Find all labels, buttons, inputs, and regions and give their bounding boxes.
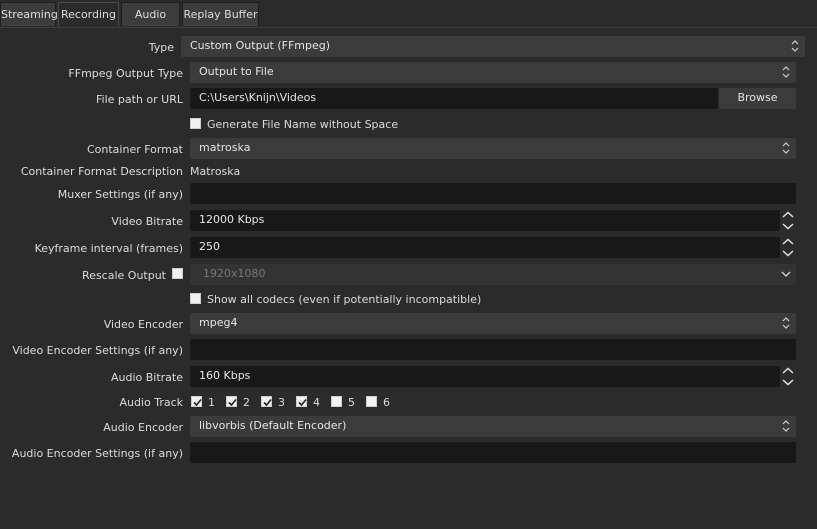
tab-replay-buffer[interactable]: Replay Buffer: [182, 2, 259, 26]
video-encoder-settings-input[interactable]: [190, 339, 796, 360]
spin-up-down-icon: [782, 367, 794, 386]
audio-track-label-3: 3: [278, 396, 285, 409]
video-encoder-label: Video Encoder: [103, 318, 183, 331]
audio-track-label-5: 5: [348, 396, 355, 409]
video-encoder-settings-label: Video Encoder Settings (if any): [12, 344, 183, 357]
chevron-down-icon: [776, 264, 796, 284]
checkmark-icon: [228, 398, 237, 407]
spin-up-down-icon: [782, 211, 794, 230]
tab-recording[interactable]: Recording: [58, 2, 119, 26]
generate-file-name-label: Generate File Name without Space: [207, 118, 399, 131]
video-bitrate-label: Video Bitrate: [111, 215, 183, 228]
video-bitrate-input[interactable]: 12000 Kbps: [190, 210, 780, 231]
file-path-input[interactable]: C:\Users\Knijn\Videos: [190, 88, 718, 109]
ffmpeg-output-type-value: Output to File: [199, 65, 274, 78]
container-format-select[interactable]: matroska: [190, 138, 796, 159]
show-all-codecs-label: Show all codecs (even if potentially inc…: [207, 293, 482, 306]
audio-track-checkbox-2[interactable]: [226, 396, 237, 407]
show-all-codecs-checkbox[interactable]: [190, 293, 201, 304]
file-path-label: File path or URL: [96, 93, 183, 106]
tab-streaming[interactable]: Streaming: [0, 2, 58, 26]
rescale-output-select[interactable]: 1920x1080: [190, 264, 796, 285]
container-format-description-label: Container Format Description: [20, 165, 183, 178]
audio-track-label-6: 6: [383, 396, 390, 409]
updown-arrows-icon: [776, 138, 796, 158]
audio-track-label-2: 2: [243, 396, 250, 409]
video-encoder-select[interactable]: mpeg4: [190, 313, 796, 334]
updown-arrows-icon: [776, 416, 796, 436]
container-format-label: Container Format: [86, 143, 183, 156]
audio-track-checkbox-3[interactable]: [261, 396, 272, 407]
container-format-value: matroska: [199, 141, 251, 154]
audio-encoder-label: Audio Encoder: [103, 421, 183, 434]
type-select[interactable]: Custom Output (FFmpeg): [181, 36, 805, 57]
checkmark-icon: [263, 398, 272, 407]
audio-encoder-select[interactable]: libvorbis (Default Encoder): [190, 416, 796, 437]
audio-track-label-4: 4: [313, 396, 320, 409]
video-bitrate-spinner[interactable]: [780, 210, 796, 231]
muxer-settings-label: Muxer Settings (if any): [57, 188, 183, 201]
tab-bar: Streaming Recording Audio Replay Buffer: [0, 0, 817, 28]
ffmpeg-output-type-label: FFmpeg Output Type: [68, 67, 183, 80]
rescale-output-label: Rescale Output: [82, 269, 166, 282]
type-label: Type: [148, 41, 174, 54]
updown-arrows-icon: [776, 313, 796, 333]
keyframe-interval-input[interactable]: 250: [190, 237, 780, 258]
audio-track-checkbox-1[interactable]: [191, 396, 202, 407]
audio-bitrate-input[interactable]: 160 Kbps: [190, 366, 780, 387]
audio-track-checkbox-4[interactable]: [296, 396, 307, 407]
audio-track-checkbox-5[interactable]: [331, 396, 342, 407]
container-format-description-value: Matroska: [190, 165, 241, 178]
audio-bitrate-spinner[interactable]: [780, 366, 796, 387]
muxer-settings-input[interactable]: [190, 183, 796, 204]
audio-track-label-1: 1: [208, 396, 215, 409]
type-value: Custom Output (FFmpeg): [190, 39, 331, 52]
updown-arrows-icon: [776, 62, 796, 82]
spin-up-down-icon: [782, 238, 794, 257]
audio-track-label: Audio Track: [119, 396, 183, 409]
ffmpeg-output-type-select[interactable]: Output to File: [190, 62, 796, 83]
rescale-output-value: 1920x1080: [203, 267, 266, 280]
checkmark-icon: [298, 398, 307, 407]
updown-arrows-icon: [785, 36, 805, 56]
browse-button[interactable]: Browse: [719, 88, 796, 109]
audio-encoder-value: libvorbis (Default Encoder): [199, 419, 347, 432]
checkmark-icon: [193, 398, 202, 407]
video-encoder-value: mpeg4: [199, 316, 238, 329]
rescale-output-checkbox[interactable]: [172, 268, 183, 279]
tab-audio[interactable]: Audio: [121, 2, 180, 26]
audio-encoder-settings-label: Audio Encoder Settings (if any): [11, 447, 183, 460]
keyframe-interval-label: Keyframe interval (frames): [34, 242, 183, 255]
keyframe-interval-spinner[interactable]: [780, 237, 796, 258]
audio-bitrate-label: Audio Bitrate: [110, 371, 183, 384]
audio-encoder-settings-input[interactable]: [190, 442, 796, 463]
audio-track-checkbox-6[interactable]: [366, 396, 377, 407]
generate-file-name-checkbox[interactable]: [190, 118, 201, 129]
